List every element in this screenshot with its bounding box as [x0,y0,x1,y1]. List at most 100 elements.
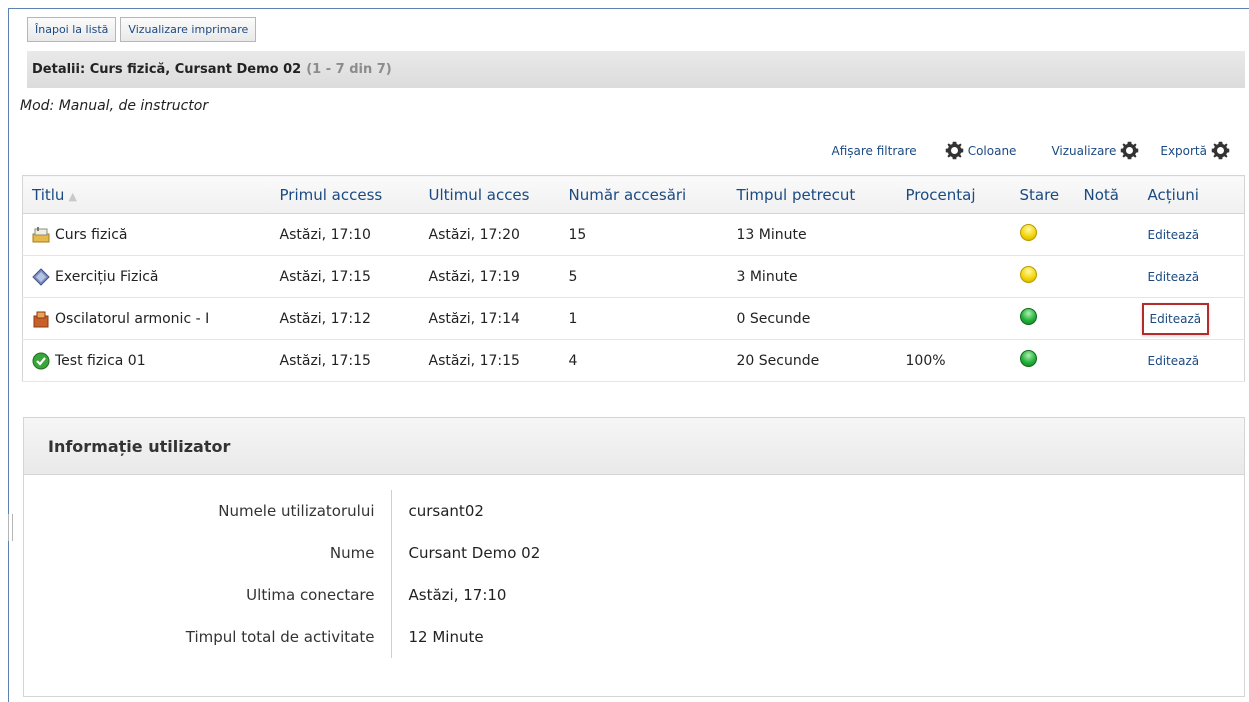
gear-icon [1121,141,1139,160]
col-status-header[interactable]: Stare [1010,175,1075,214]
row-time-spent: 0 Secunde [727,297,897,340]
row-grade [1074,339,1139,382]
info-row: Nume Cursant Demo 02 [24,532,540,574]
top-buttons: Înapoi la listă Vizualizare imprimare [27,17,257,42]
col-first-header[interactable]: Primul access [270,175,420,214]
row-access-count: 15 [559,213,728,256]
info-value: cursant02 [408,502,484,520]
status-green-icon [1019,308,1037,325]
row-percent [896,297,1011,340]
course-icon [32,226,50,242]
col-title-label: Titlu [32,185,65,204]
row-status [1010,339,1075,382]
row-access-count: 4 [559,339,728,382]
row-access-count: 5 [559,255,728,298]
table-row: Test fizica 01 Astăzi, 17:15 Astăzi, 17:… [22,339,1245,382]
row-last-access: Astăzi, 17:19 [419,255,560,298]
status-green-icon [1019,350,1037,367]
row-time-spent: 13 Minute [727,213,897,256]
back-to-list-button[interactable]: Înapoi la listă [27,17,117,42]
row-first-access: Astăzi, 17:15 [270,255,420,298]
details-bar: Detalii: Curs fizică, Cursant Demo 02 (1… [27,51,1245,88]
info-row: Numele utilizatorului cursant02 [24,490,540,532]
panel-resize-handle[interactable] [8,514,13,541]
row-actions: Editează [1138,297,1245,340]
grid-toolbar: Afișare filtrare Coloane Vizualizare Exp… [832,140,1232,161]
col-actions-header: Acțiuni [1138,175,1245,214]
highlight-box: Editează [1141,302,1210,335]
info-row: Timpul total de activitate 12 Minute [24,616,540,658]
user-info-title: Informație utilizator [24,418,1244,475]
row-title-cell: Oscilatorul armonic - I [22,297,271,340]
col-percent-header[interactable]: Procentaj [896,175,1011,214]
row-grade [1074,297,1139,340]
info-value: 12 Minute [408,628,484,646]
row-title[interactable]: Exercițiu Fizică [55,269,159,285]
row-grade [1074,213,1139,256]
export-button[interactable]: Exportă [1160,140,1231,161]
row-last-access: Astăzi, 17:14 [419,297,560,340]
exercise-icon [32,267,50,286]
info-label: Nume [24,532,392,574]
view-button[interactable]: Vizualizare [1051,140,1140,161]
row-title[interactable]: Curs fizică [55,227,127,243]
edit-link[interactable]: Editează [1150,312,1202,326]
col-title-header[interactable]: Titlu ▲ [22,175,271,214]
table-row: Curs fizică Astăzi, 17:10 Astăzi, 17:20 … [22,213,1245,256]
row-time-spent: 3 Minute [727,255,897,298]
row-title-cell: Test fizica 01 [22,339,271,382]
mode-label: Mod: Manual, de instructor [20,98,209,114]
col-time-header[interactable]: Timpul petrecut [727,175,897,214]
table-row: Exercițiu Fizică Astăzi, 17:15 Astăzi, 1… [22,255,1245,298]
row-first-access: Astăzi, 17:15 [270,339,420,382]
edit-link[interactable]: Editează [1148,270,1200,284]
row-time-spent: 20 Secunde [727,339,897,382]
col-grade-header[interactable]: Notă [1074,175,1139,214]
test-check-icon [32,352,50,369]
row-title[interactable]: Test fizica 01 [55,353,146,369]
row-status [1010,255,1075,298]
columns-button[interactable]: Coloane [944,140,1017,161]
info-row: Ultima conectare Astăzi, 17:10 [24,574,540,616]
row-last-access: Astăzi, 17:15 [419,339,560,382]
row-percent: 100% [896,339,1011,382]
user-info-table: Numele utilizatorului cursant02 Nume Cur… [24,490,540,658]
info-value: Astăzi, 17:10 [408,586,507,604]
export-label: Exportă [1160,143,1207,158]
show-filter-link[interactable]: Afișare filtrare [832,144,917,158]
row-title[interactable]: Oscilatorul armonic - I [55,311,209,327]
edit-link[interactable]: Editează [1148,228,1200,242]
info-value: Cursant Demo 02 [408,544,541,562]
view-label: Vizualizare [1051,143,1117,158]
row-first-access: Astăzi, 17:10 [270,213,420,256]
info-label: Numele utilizatorului [24,490,392,532]
content-icon [33,311,49,327]
gear-icon [1211,141,1230,160]
row-percent [896,255,1011,298]
col-last-header[interactable]: Ultimul acces [419,175,560,214]
progress-table: Titlu ▲ Primul access Ultimul acces Număr… [22,175,1245,382]
edit-link[interactable]: Editează [1148,354,1200,368]
row-title-cell: Curs fizică [22,213,271,256]
details-range: (1 - 7 din 7) [306,62,392,77]
user-info-panel: Informație utilizator Numele utilizatoru… [23,417,1245,697]
table-header-row: Titlu ▲ Primul access Ultimul acces Număr… [22,175,1245,214]
row-status [1010,297,1075,340]
sort-arrow-icon: ▲ [68,189,77,203]
columns-label: Coloane [967,143,1017,158]
details-title: Detalii: Curs fizică, Cursant Demo 02 [32,62,302,77]
table-row: Oscilatorul armonic - I Astăzi, 17:12 As… [22,297,1245,340]
row-first-access: Astăzi, 17:12 [270,297,420,340]
status-yellow-icon [1019,224,1037,241]
row-grade [1074,255,1139,298]
row-status [1010,213,1075,256]
row-actions: Editează [1138,339,1245,382]
gear-icon [945,141,963,160]
row-title-cell: Exercițiu Fizică [22,255,271,298]
row-last-access: Astăzi, 17:20 [419,213,560,256]
print-view-button[interactable]: Vizualizare imprimare [120,17,257,42]
row-access-count: 1 [559,297,728,340]
row-actions: Editează [1138,255,1245,298]
status-yellow-icon [1019,266,1037,283]
col-count-header[interactable]: Număr accesări [559,175,728,214]
